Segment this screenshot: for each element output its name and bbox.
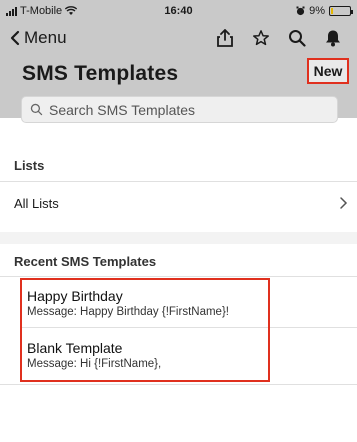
list-item-all-lists[interactable]: All Lists xyxy=(14,196,59,211)
battery-percent: 9% xyxy=(309,5,325,17)
recent-templates-highlight xyxy=(20,278,270,382)
search-placeholder: Search SMS Templates xyxy=(49,101,196,118)
section-separator xyxy=(0,232,357,244)
search-field-icon xyxy=(30,103,43,116)
divider xyxy=(0,276,357,277)
chevron-right-icon[interactable] xyxy=(337,196,349,210)
recent-section-label: Recent SMS Templates xyxy=(14,254,157,269)
page-title: SMS Templates xyxy=(22,62,179,85)
bell-icon[interactable] xyxy=(323,28,343,48)
alarm-icon xyxy=(296,6,305,16)
back-button[interactable]: Menu xyxy=(10,28,67,48)
share-icon[interactable] xyxy=(215,28,235,48)
star-icon[interactable] xyxy=(251,28,271,48)
chevron-left-icon xyxy=(10,30,20,46)
lists-section-label: Lists xyxy=(14,158,45,173)
back-label: Menu xyxy=(24,28,67,47)
status-right: 9% xyxy=(296,5,353,17)
divider xyxy=(0,181,357,182)
nav-actions xyxy=(215,28,343,48)
search-input[interactable]: Search SMS Templates xyxy=(21,96,338,123)
title-row: SMS Templates New xyxy=(0,58,357,88)
new-button[interactable]: New xyxy=(307,58,349,84)
battery-level xyxy=(331,8,333,14)
battery-icon xyxy=(329,6,353,16)
nav-bar: Menu xyxy=(0,22,357,58)
search-icon[interactable] xyxy=(287,28,307,48)
status-bar: T-Mobile 16:40 9% xyxy=(0,0,357,22)
divider xyxy=(0,384,357,385)
